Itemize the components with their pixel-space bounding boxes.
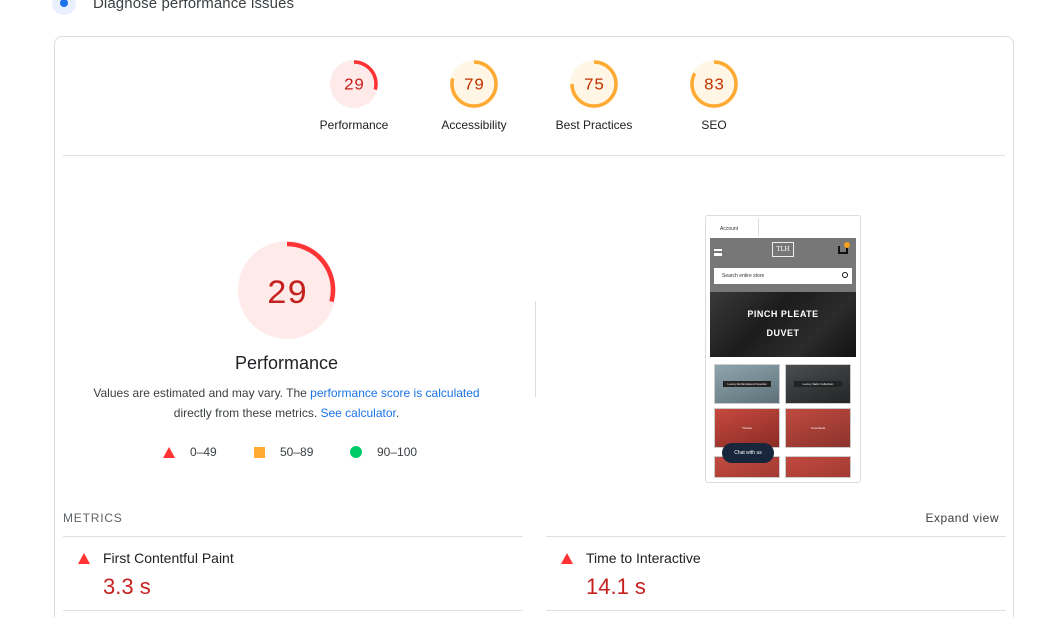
site-search: Search entire store	[714, 268, 852, 284]
performance-big-score: 29	[267, 276, 308, 314]
product-tile: Throws	[714, 408, 780, 448]
square-icon	[254, 446, 265, 458]
legend-pass-range: 90–100	[377, 445, 418, 459]
hero-line-2: DUVET	[766, 328, 800, 338]
metric-name: Time to Interactive	[586, 550, 701, 566]
gauge-seo-label: SEO	[701, 118, 727, 132]
hero-banner: PINCH PLEATE DUVET	[710, 292, 856, 357]
desc-text-2: directly from these metrics.	[173, 406, 321, 420]
gauge-best-practices[interactable]: 75 Best Practices	[534, 60, 654, 132]
gauge-accessibility-score: 79	[464, 77, 484, 96]
hero-line-1: PINCH PLEATE	[747, 309, 819, 319]
metric-value: 3.3 s	[103, 574, 151, 599]
product-tile: Luxury Satin Collection	[785, 364, 851, 404]
gauge-performance[interactable]: 29 Performance	[294, 60, 414, 132]
search-icon	[842, 272, 848, 278]
legend-fail: 0–49	[163, 445, 217, 459]
legend-fail-range: 0–49	[190, 445, 217, 459]
performance-description: Values are estimated and may vary. The p…	[85, 383, 488, 423]
triangle-icon	[561, 553, 573, 564]
triangle-icon	[78, 553, 90, 564]
tile-caption: Luxury Satin Collection	[794, 381, 842, 387]
cart-badge	[844, 242, 850, 248]
desc-period: .	[395, 406, 400, 420]
tile-caption: Luxury Embroidered Coverlet	[723, 381, 771, 387]
performance-big-gauge: 29	[238, 241, 336, 339]
metric-name: First Contentful Paint	[103, 550, 234, 566]
expand-view-toggle[interactable]: Expand view	[925, 511, 999, 525]
gauge-accessibility[interactable]: 79 Accessibility	[414, 60, 534, 132]
metrics-heading: METRICS	[63, 511, 123, 525]
gauge-seo[interactable]: 83 SEO	[654, 60, 774, 132]
metric-first-contentful-paint: First Contentful Paint 3.3 s	[63, 536, 523, 611]
tile-caption: Coverbeds	[810, 426, 826, 430]
search-placeholder: Search entire store	[722, 273, 765, 279]
product-tile	[785, 456, 851, 478]
product-tile: Coverbeds	[785, 408, 851, 448]
metrics-header: METRICS Expand view	[63, 511, 1007, 527]
gauge-seo-ring: 83	[690, 60, 738, 108]
gauge-best-practices-label: Best Practices	[555, 118, 633, 132]
score-legend: 0–49 50–89 90–100	[55, 445, 518, 459]
site-logo: TLH	[772, 242, 794, 257]
circle-icon	[350, 446, 362, 458]
tile-caption: Throws	[742, 426, 752, 430]
section-title: Diagnose performance issues	[93, 0, 295, 12]
account-text: Account	[720, 226, 739, 232]
legend-average-range: 50–89	[280, 445, 314, 459]
see-calculator-link[interactable]: See calculator	[320, 406, 395, 420]
metric-value: 14.1 s	[586, 574, 646, 599]
desc-text: Values are estimated and may vary. The	[93, 386, 311, 400]
performance-title: Performance	[234, 353, 339, 373]
gauge-best-practices-score: 75	[584, 77, 604, 96]
menu-icon	[714, 249, 722, 256]
report-card: 29 Performance 79 Accessibility 75 Best …	[54, 36, 1014, 617]
product-tile: Luxury Embroidered Coverlet	[714, 364, 780, 404]
section-indicator-icon	[52, 0, 76, 15]
page-screenshot[interactable]: Account TLH Search entire store PINCH PL…	[705, 215, 861, 483]
legend-pass: 90–100	[350, 445, 417, 459]
score-calculated-link[interactable]: performance score is calculated	[310, 386, 479, 400]
gauge-seo-score: 83	[704, 77, 724, 96]
account-bar: Account	[706, 216, 860, 238]
gauge-performance-label: Performance	[319, 118, 389, 132]
metric-time-to-interactive: Time to Interactive 14.1 s	[546, 536, 1006, 611]
gauge-performance-score: 29	[344, 77, 364, 96]
performance-summary: 29 Performance Values are estimated and …	[55, 227, 518, 487]
triangle-icon	[163, 446, 175, 458]
gauges-divider	[63, 155, 1005, 156]
chat-button: Chat with us	[722, 443, 774, 463]
score-gauges: 29 Performance 79 Accessibility 75 Best …	[55, 37, 1015, 157]
site-header: TLH Search entire store	[710, 238, 856, 292]
gauge-accessibility-label: Accessibility	[441, 118, 507, 132]
vertical-divider	[535, 301, 536, 397]
gauge-accessibility-ring: 79	[450, 60, 498, 108]
gauge-best-practices-ring: 75	[570, 60, 618, 108]
gauge-performance-ring: 29	[330, 60, 378, 108]
legend-average: 50–89	[254, 445, 313, 459]
section-heading: Diagnose performance issues	[52, 0, 294, 15]
